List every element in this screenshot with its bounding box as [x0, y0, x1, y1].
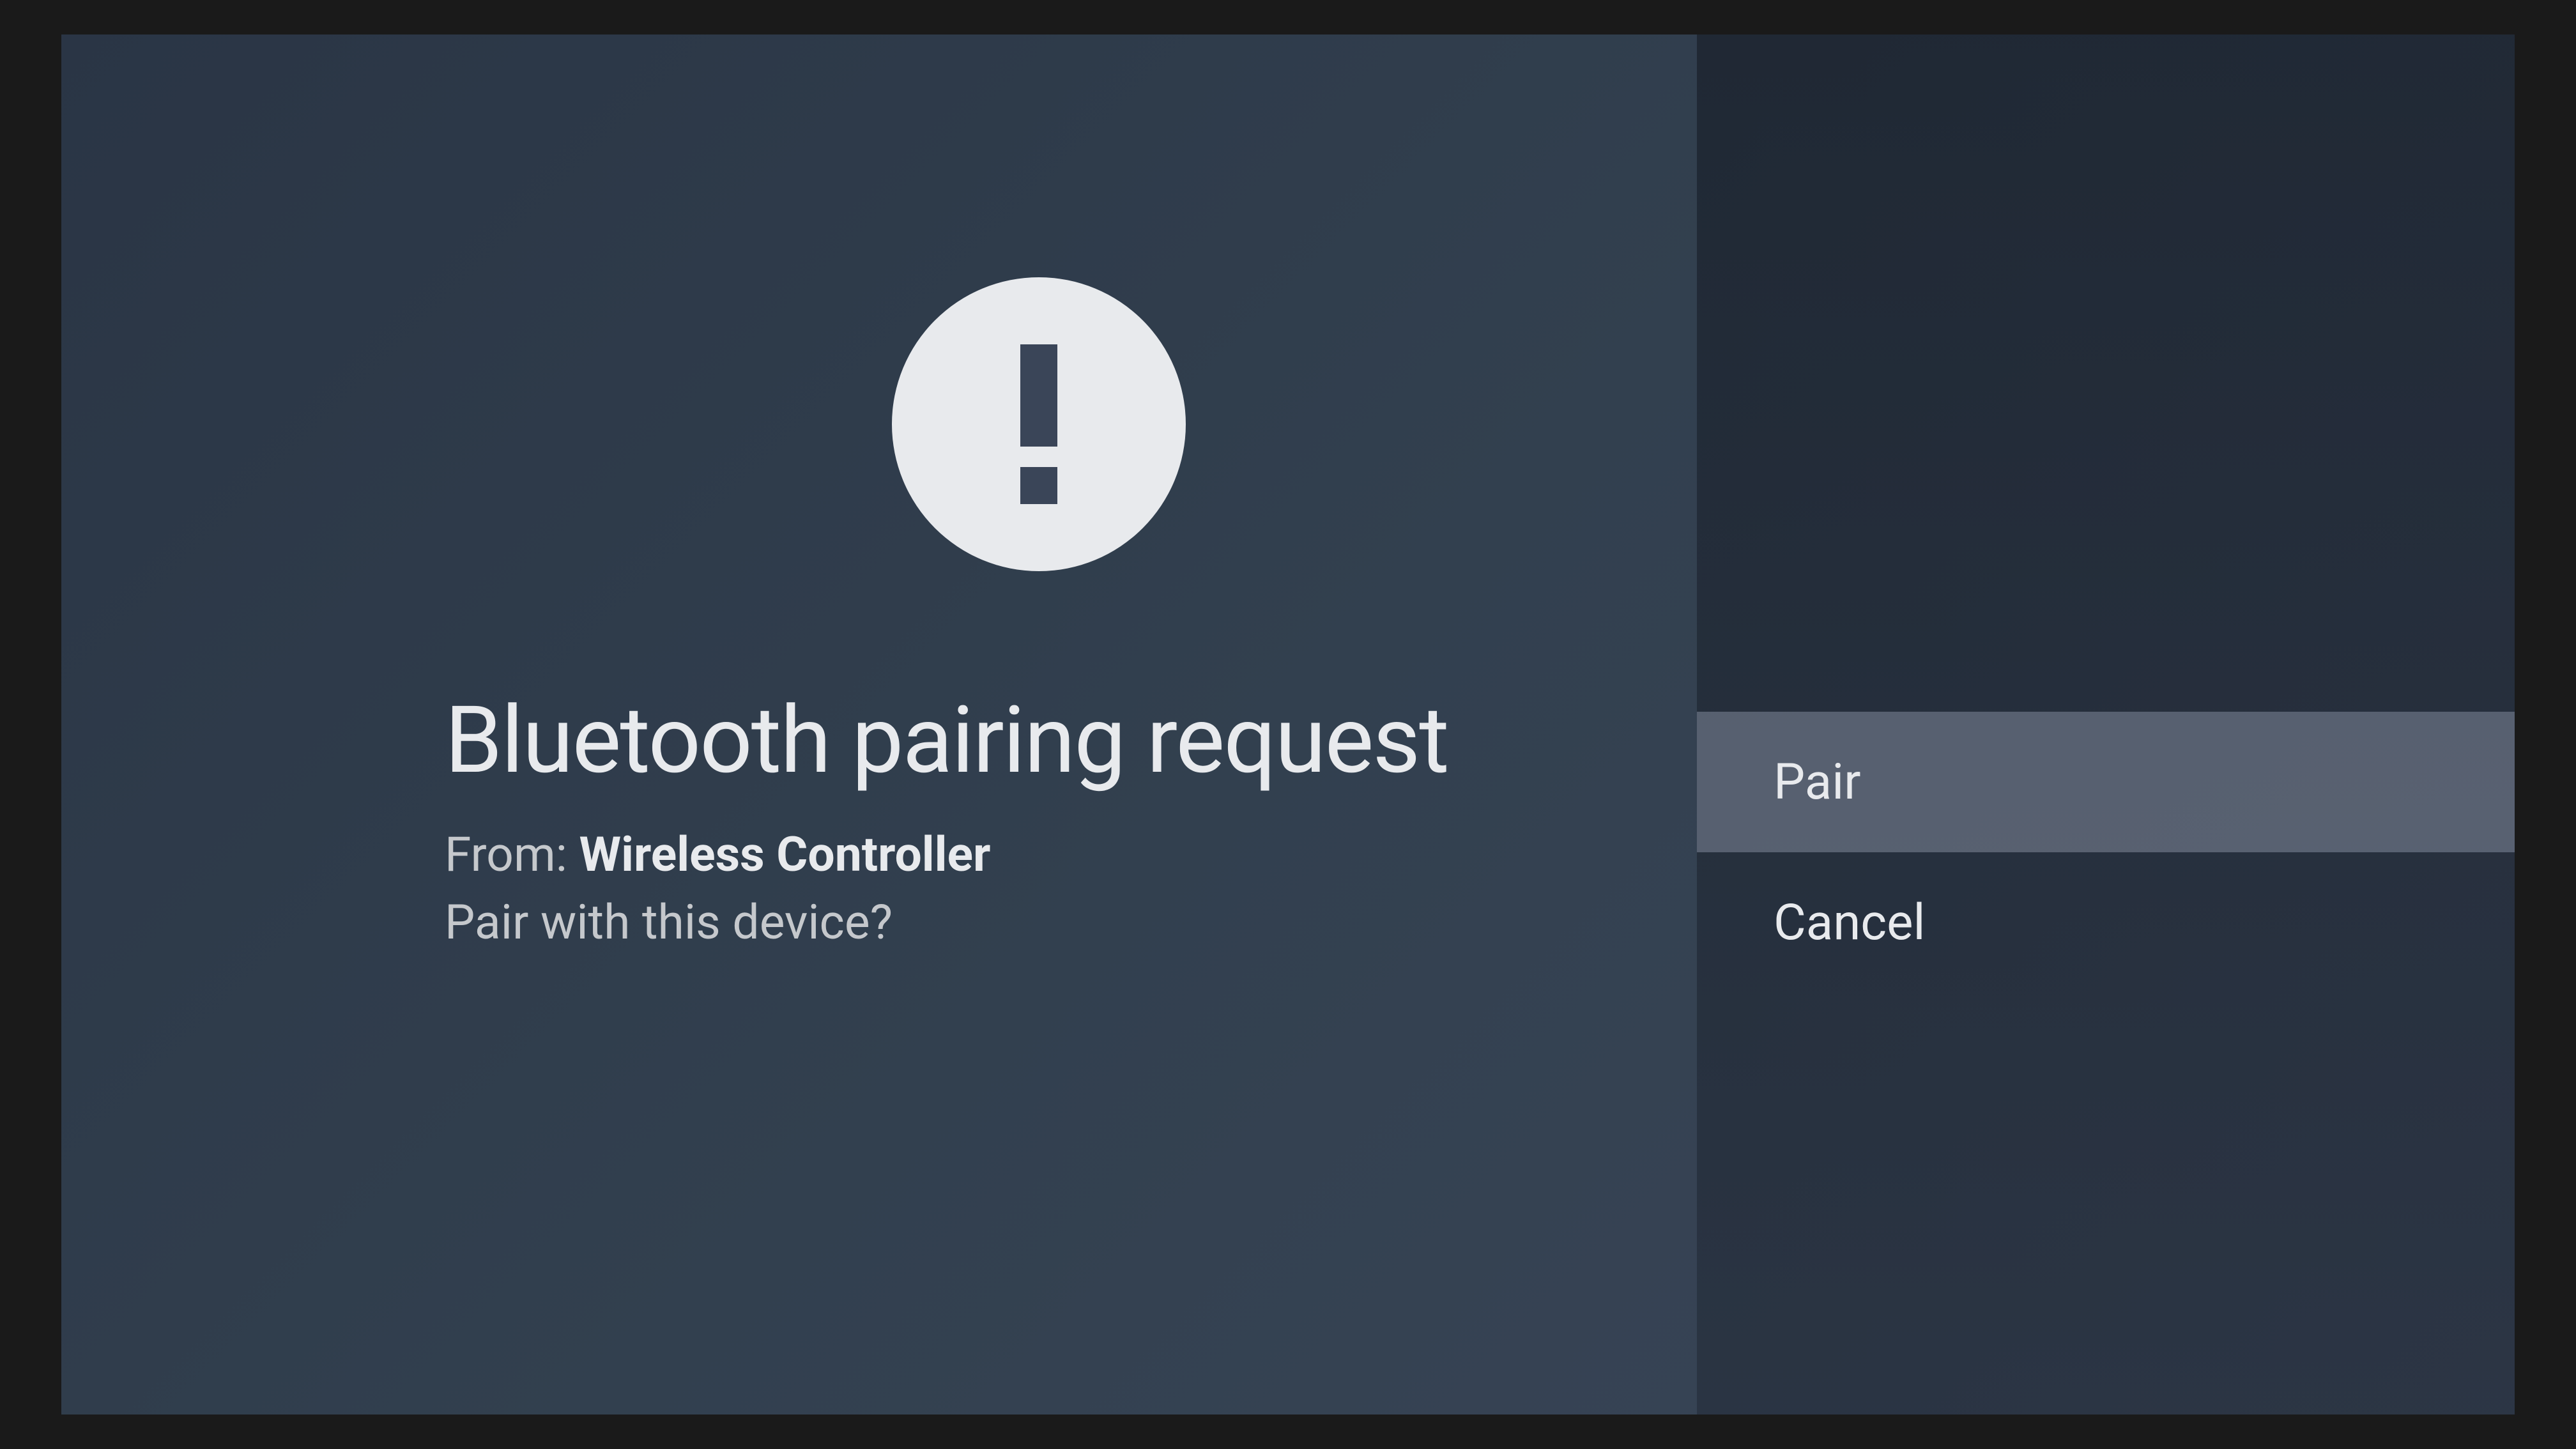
dialog-title: Bluetooth pairing request — [445, 686, 1569, 795]
exclamation-mark — [1020, 344, 1057, 504]
pairing-question: Pair with this device? — [445, 894, 1569, 951]
pair-button[interactable]: Pair — [1697, 712, 2515, 852]
device-from-line: From: Wireless Controller — [445, 827, 1569, 883]
device-name: Wireless Controller — [579, 827, 991, 883]
pairing-dialog-screen: Bluetooth pairing request From: Wireless… — [61, 34, 2515, 1414]
options-panel: Pair Cancel — [1697, 34, 2515, 1414]
alert-icon — [892, 277, 1186, 571]
from-label: From: — [445, 827, 567, 883]
dialog-content-panel: Bluetooth pairing request From: Wireless… — [61, 34, 1697, 1414]
cancel-button[interactable]: Cancel — [1697, 852, 2515, 993]
